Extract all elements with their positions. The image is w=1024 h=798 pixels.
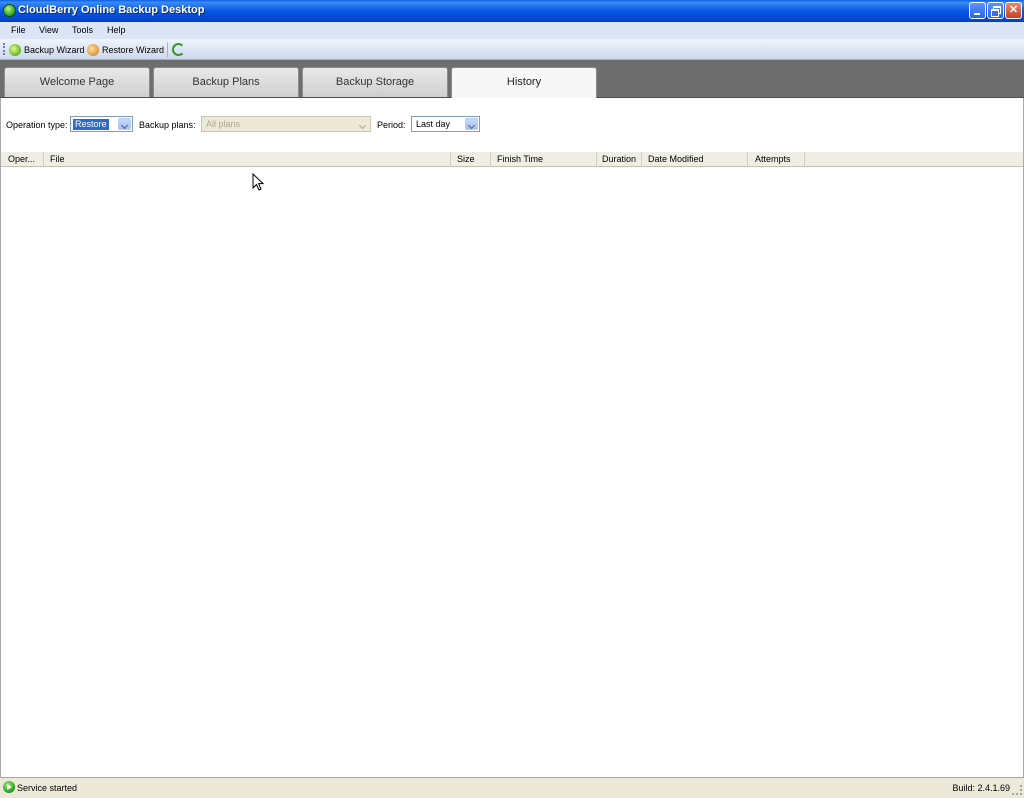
- title-bar[interactable]: CloudBerry Online Backup Desktop ✕: [0, 0, 1024, 22]
- column-header-operation[interactable]: Oper...: [1, 152, 44, 167]
- menu-help[interactable]: Help: [107, 25, 126, 35]
- tab-backup-storage[interactable]: Backup Storage: [302, 67, 448, 97]
- close-icon: ✕: [1008, 4, 1019, 16]
- column-header-size[interactable]: Size: [451, 152, 491, 167]
- column-header-date-modified[interactable]: Date Modified: [642, 152, 748, 167]
- history-filters: Operation type: Restore Backup plans: Al…: [1, 98, 1023, 148]
- backup-wizard-icon: [9, 43, 21, 56]
- backup-plans-value: All plans: [206, 119, 241, 129]
- service-running-icon: [3, 781, 15, 793]
- restore-wizard-label: Restore Wizard: [102, 44, 165, 55]
- minimize-icon: [970, 3, 985, 18]
- backup-wizard-button[interactable]: Backup Wizard: [9, 42, 85, 57]
- app-window: CloudBerry Online Backup Desktop ✕ File …: [0, 0, 1024, 798]
- close-button[interactable]: ✕: [1005, 2, 1022, 19]
- service-status-text: Service started: [17, 783, 78, 793]
- menu-bar: File View Tools Help: [0, 22, 1024, 39]
- menu-tools[interactable]: Tools: [72, 25, 93, 35]
- tab-welcome-page[interactable]: Welcome Page: [4, 67, 150, 97]
- tab-strip: Welcome Page Backup Plans Backup Storage…: [0, 60, 1024, 98]
- toolbar-separator: [167, 42, 168, 57]
- operation-type-value: Restore: [73, 119, 109, 130]
- backup-plans-select: All plans: [201, 116, 371, 132]
- period-value: Last day: [416, 119, 451, 129]
- restore-window-button[interactable]: [987, 2, 1004, 19]
- column-header-attempts[interactable]: Attempts: [748, 152, 805, 167]
- column-header-finish-time[interactable]: Finish Time: [491, 152, 597, 167]
- status-bar: Service started Build: 2.4.1.69: [0, 777, 1024, 798]
- minimize-button[interactable]: [969, 2, 986, 19]
- cloudberry-app-icon: [3, 4, 16, 17]
- operation-type-select[interactable]: Restore: [70, 116, 133, 132]
- period-label: Period:: [377, 120, 406, 130]
- tab-history[interactable]: History: [451, 67, 597, 98]
- period-select[interactable]: Last day: [411, 116, 480, 132]
- restore-wizard-icon: [87, 43, 99, 56]
- chevron-down-icon[interactable]: [118, 118, 131, 130]
- toolbar-grip[interactable]: [3, 43, 5, 55]
- chevron-down-icon[interactable]: [465, 118, 478, 130]
- resize-grip[interactable]: [1012, 785, 1022, 795]
- refresh-icon[interactable]: [172, 43, 185, 56]
- tab-backup-plans[interactable]: Backup Plans: [153, 67, 299, 97]
- operation-type-label: Operation type:: [6, 120, 68, 130]
- backup-plans-label: Backup plans:: [139, 120, 196, 130]
- column-header-duration[interactable]: Duration: [597, 152, 642, 167]
- restore-window-icon: [988, 3, 1003, 18]
- restore-wizard-button[interactable]: Restore Wizard: [87, 42, 164, 57]
- backup-wizard-label: Backup Wizard: [24, 44, 85, 55]
- history-panel: Operation type: Restore Backup plans: Al…: [0, 98, 1024, 777]
- column-header-file[interactable]: File: [44, 152, 451, 167]
- window-title: CloudBerry Online Backup Desktop: [18, 4, 205, 16]
- menu-view[interactable]: View: [39, 25, 58, 35]
- menu-file[interactable]: File: [11, 25, 26, 35]
- build-version: Build: 2.4.1.69: [952, 783, 1010, 793]
- chevron-down-icon: [356, 118, 369, 130]
- history-grid-header: Oper... File Size Finish Time Duration D…: [1, 152, 1023, 167]
- toolbar: Backup Wizard Restore Wizard: [0, 39, 1024, 60]
